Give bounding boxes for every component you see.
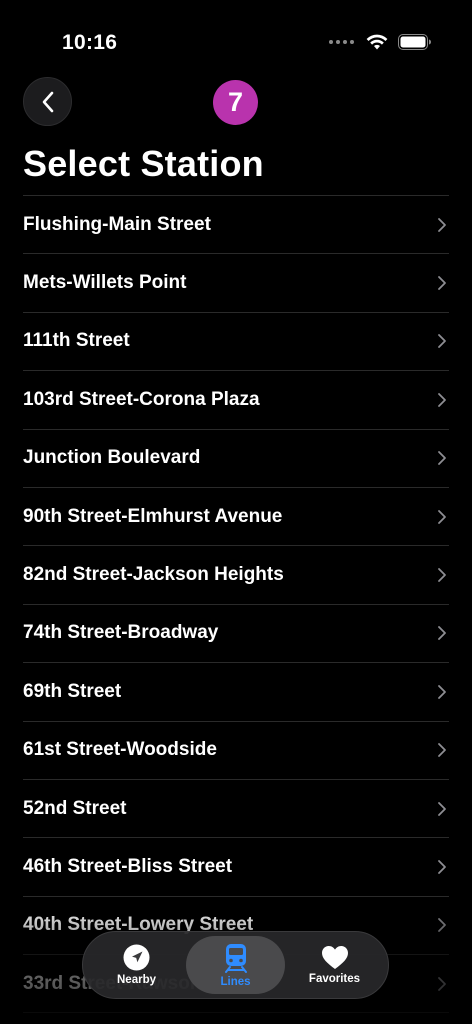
page-title: Select Station [23, 143, 264, 184]
back-button[interactable] [23, 77, 72, 126]
line-badge-label: 7 [227, 87, 244, 117]
station-name: 69th Street [23, 680, 122, 702]
line-7-badge: 7 [213, 80, 258, 125]
station-row[interactable]: 52nd Street [23, 780, 449, 839]
cellular-dots-icon [329, 40, 354, 44]
station-name: Flushing-Main Street [23, 213, 211, 235]
tram-icon [224, 943, 247, 973]
chevron-right-icon [438, 743, 446, 758]
status-bar: 10:16 [0, 0, 472, 72]
chevron-right-icon [438, 684, 446, 699]
wifi-icon [366, 34, 388, 50]
chevron-right-icon [438, 451, 446, 466]
station-list: Flushing-Main Street Mets-Willets Point 11… [23, 195, 449, 1014]
station-name: 111th Street [23, 330, 130, 352]
nav-bar: 7 [0, 77, 472, 127]
chevron-right-icon [438, 276, 446, 290]
chevron-right-icon [438, 334, 446, 349]
station-name: 61st Street-Woodside [23, 739, 217, 761]
chevron-right-icon [438, 568, 446, 582]
station-name: 74th Street-Broadway [23, 622, 219, 644]
station-row[interactable]: 46th Street-Bliss Street [23, 838, 449, 897]
chevron-right-icon [438, 918, 446, 933]
tab-label: Nearby [117, 974, 156, 986]
location-arrow-icon [123, 944, 150, 971]
chevron-left-icon [42, 91, 53, 112]
heart-icon [321, 946, 348, 969]
station-row[interactable]: 82nd Street-Jackson Heights [23, 546, 449, 605]
chevron-right-icon [438, 860, 446, 874]
tab-lines[interactable]: Lines [186, 936, 285, 994]
chevron-right-icon [438, 801, 446, 816]
station-name: Junction Boulevard [23, 447, 201, 469]
station-name: 90th Street-Elmhurst Avenue [23, 505, 283, 527]
station-row[interactable]: 74th Street-Broadway [23, 605, 449, 664]
chevron-right-icon [438, 392, 446, 407]
station-row[interactable]: 111th Street [23, 313, 449, 372]
station-row[interactable]: 61st Street-Woodside [23, 722, 449, 780]
station-name: 82nd Street-Jackson Heights [23, 564, 284, 586]
station-name: Mets-Willets Point [23, 272, 187, 294]
tab-label: Lines [220, 975, 251, 988]
station-name: 103rd Street-Corona Plaza [23, 388, 260, 410]
chevron-right-icon [438, 217, 446, 232]
station-row[interactable]: 90th Street-Elmhurst Avenue [23, 488, 449, 547]
status-icons [329, 34, 432, 50]
battery-icon [398, 34, 431, 50]
station-row[interactable]: Flushing-Main Street [23, 196, 449, 255]
station-row[interactable]: 103rd Street-Corona Plaza [23, 371, 449, 430]
status-time: 10:16 [62, 31, 118, 54]
station-name: 46th Street-Bliss Street [23, 855, 233, 877]
station-name: 52nd Street [23, 797, 127, 819]
tab-nearby[interactable]: Nearby [87, 936, 186, 994]
station-row[interactable]: Mets-Willets Point [23, 254, 449, 313]
tab-favorites[interactable]: Favorites [285, 936, 384, 994]
chevron-right-icon [438, 509, 446, 524]
station-row[interactable]: 69th Street [23, 663, 449, 722]
tab-bar: Nearby Lines Favorites [82, 931, 389, 999]
station-row[interactable]: Junction Boulevard [23, 430, 449, 488]
chevron-right-icon [438, 976, 446, 991]
tab-label: Favorites [308, 973, 361, 985]
chevron-right-icon [438, 626, 446, 641]
